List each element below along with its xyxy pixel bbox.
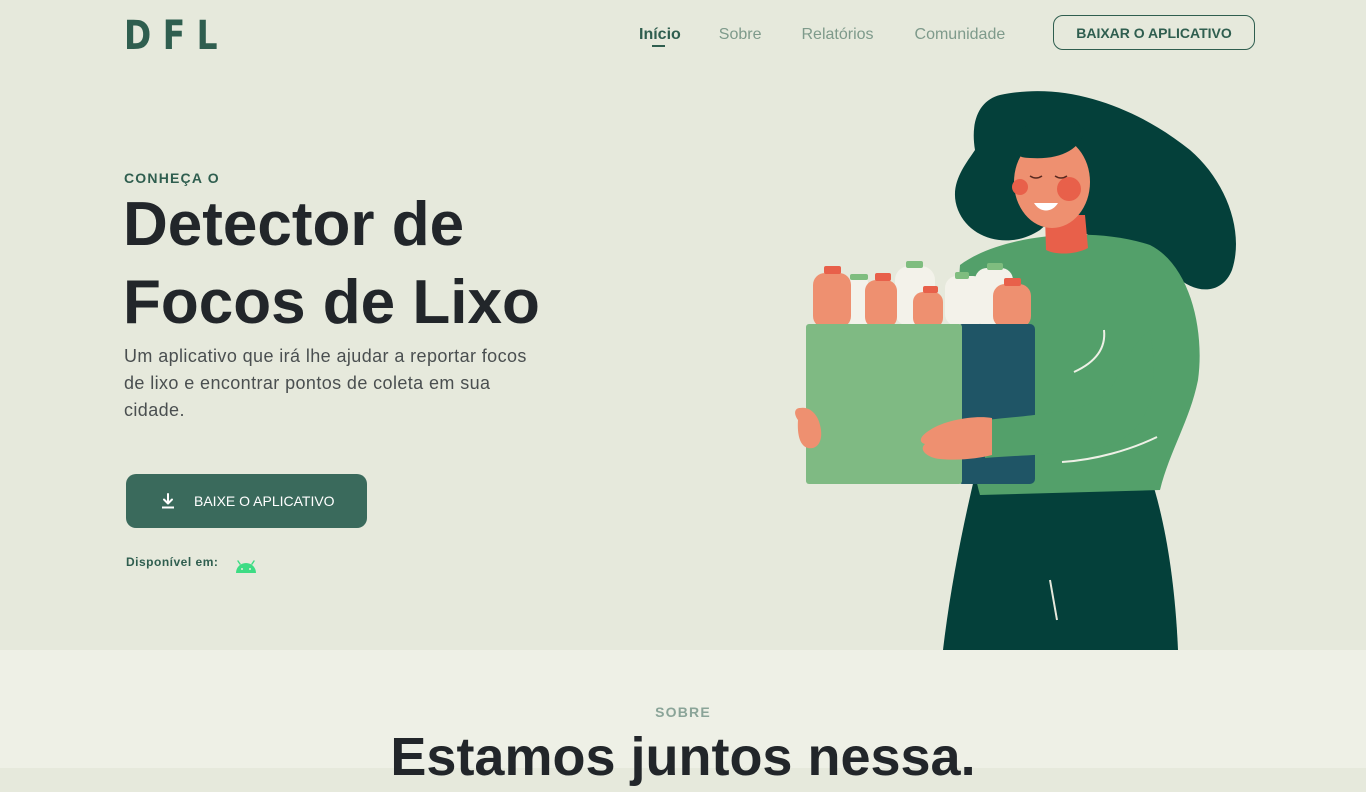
nav-item-comunidade[interactable]: Comunidade — [915, 24, 1006, 46]
nav-item-sobre[interactable]: Sobre — [719, 24, 762, 46]
about-section: SOBRE Estamos juntos nessa. — [0, 650, 1366, 787]
hero-eyebrow: CONHEÇA O — [124, 170, 220, 186]
download-app-button-label: BAIXE O APLICATIVO — [194, 493, 335, 509]
logo[interactable]: DFL — [124, 14, 229, 58]
nav-item-inicio[interactable]: Início — [639, 24, 681, 47]
download-app-button[interactable]: BAIXE O APLICATIVO — [126, 474, 367, 528]
woman-recycling-illustration — [795, 91, 1236, 650]
hero-title-line-1: Detector de — [123, 190, 465, 259]
available-on-label: Disponível em: — [126, 555, 219, 569]
main-nav: Início Sobre Relatórios Comunidade — [639, 24, 1006, 47]
android-icon[interactable] — [235, 560, 257, 579]
hero-title: Detector de Focos de Lixo — [123, 186, 540, 342]
download-app-nav-button[interactable]: BAIXAR O APLICATIVO — [1053, 15, 1255, 50]
hero-description: Um aplicativo que irá lhe ajudar a repor… — [124, 346, 527, 420]
about-title: Estamos juntos nessa. — [390, 727, 976, 787]
hero-title-line-2: Focos de Lixo — [123, 268, 540, 337]
download-icon — [161, 493, 175, 509]
nav-item-relatorios[interactable]: Relatórios — [801, 24, 873, 46]
about-eyebrow: SOBRE — [655, 704, 711, 720]
